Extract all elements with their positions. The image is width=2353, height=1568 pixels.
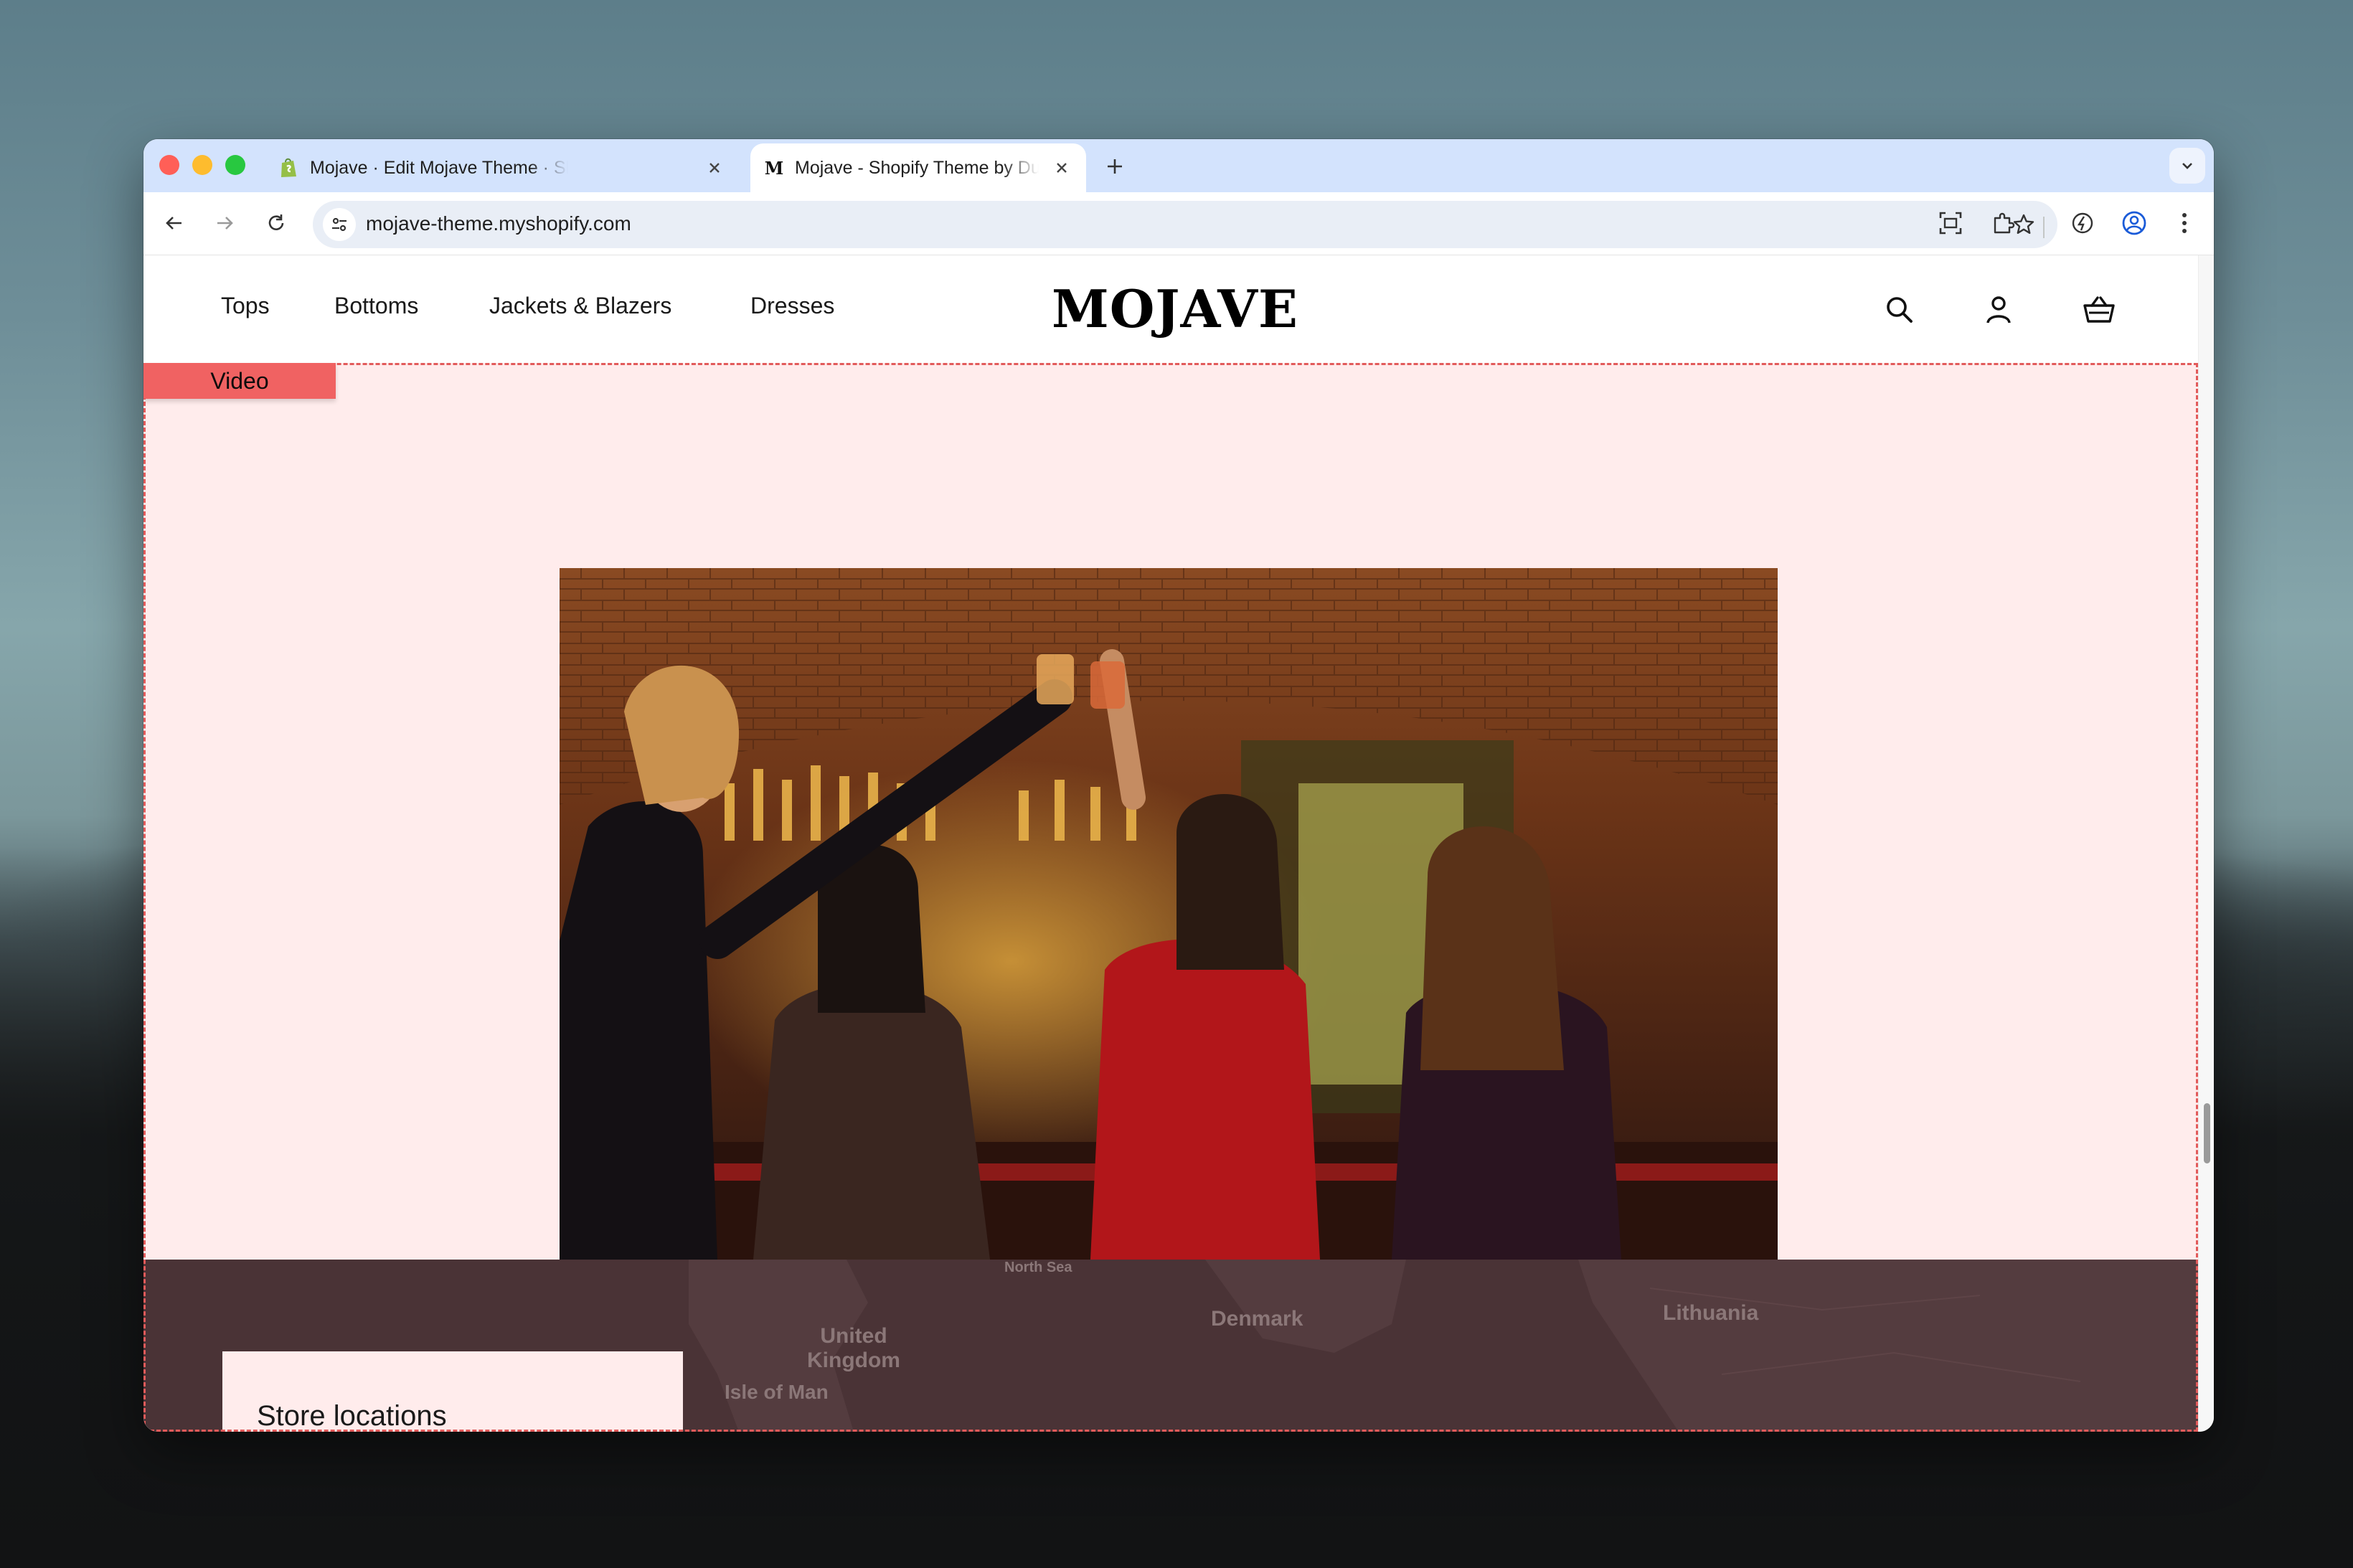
store-logo[interactable]: MOJAVE	[1052, 277, 1298, 341]
close-window-button[interactable]	[159, 155, 179, 175]
url-text: mojave-theme.myshopify.com	[366, 212, 631, 235]
scrollbar-thumb[interactable]	[2204, 1103, 2210, 1163]
tab-strip: Mojave · Edit Mojave Theme · Shopify M M…	[143, 139, 2214, 192]
tab-title: Mojave - Shopify Theme by Dualyan	[795, 157, 1039, 178]
close-icon[interactable]	[704, 158, 725, 178]
favicon-letter: M	[764, 157, 784, 179]
video-player[interactable]	[560, 568, 1778, 1260]
reload-button[interactable]	[260, 207, 293, 240]
store-page: Tops Bottoms Jackets & Blazers Dresses M…	[143, 255, 2198, 1432]
page-scrollbar[interactable]	[2198, 255, 2214, 1432]
arrow-left-icon	[166, 217, 181, 230]
new-tab-button[interactable]	[1100, 152, 1129, 181]
close-icon[interactable]	[1052, 158, 1072, 178]
map-label-lithuania: Lithuania	[1663, 1301, 1759, 1325]
map-label-united-kingdom: United Kingdom	[807, 1324, 900, 1372]
shopify-icon	[278, 157, 300, 179]
tab-shopify-editor[interactable]: Mojave · Edit Mojave Theme · Shopify	[265, 143, 739, 192]
more-menu-icon[interactable]	[2168, 207, 2201, 240]
tab-mojave-store[interactable]: M Mojave - Shopify Theme by Dualyan	[750, 143, 1086, 192]
map-label-north-sea: North Sea	[1004, 1260, 1072, 1275]
video-section	[143, 363, 2198, 1260]
map-label-isle-of-man: Isle of Man	[725, 1381, 829, 1403]
video-frame-image	[560, 568, 1778, 1260]
site-header: Tops Bottoms Jackets & Blazers Dresses M…	[143, 255, 2198, 363]
performance-icon[interactable]	[2066, 207, 2099, 240]
nav-item-bottoms[interactable]: Bottoms	[334, 293, 418, 319]
zoom-window-button[interactable]	[225, 155, 245, 175]
tab-title: Mojave · Edit Mojave Theme · Shopify	[310, 157, 568, 178]
toolbar-divider	[2043, 217, 2045, 238]
store-locations-map[interactable]: North Sea United Kingdom Isle of Man Den…	[143, 1260, 2198, 1432]
nav-item-tops[interactable]: Tops	[221, 293, 270, 319]
tab-search-button[interactable]	[2169, 148, 2205, 184]
back-button[interactable]	[158, 207, 191, 240]
chevron-down-icon	[2182, 163, 2192, 169]
browser-window: Mojave · Edit Mojave Theme · Shopify M M…	[143, 139, 2214, 1432]
search-icon[interactable]	[1880, 290, 1920, 330]
nav-item-dresses[interactable]: Dresses	[750, 293, 834, 319]
map-label-denmark: Denmark	[1211, 1307, 1303, 1331]
m-letter-icon: M	[763, 157, 785, 179]
address-bar[interactable]: mojave-theme.myshopify.com	[313, 201, 2057, 248]
store-locations-title: Store locations	[257, 1400, 447, 1432]
cart-basket-icon[interactable]	[2079, 290, 2119, 330]
site-info-icon[interactable]	[323, 208, 356, 241]
account-icon[interactable]	[1979, 290, 2019, 330]
section-label-badge[interactable]: Video	[143, 363, 336, 399]
minimize-window-button[interactable]	[192, 155, 212, 175]
nav-item-jackets-blazers[interactable]: Jackets & Blazers	[489, 293, 671, 319]
reload-icon	[268, 214, 284, 230]
screenshot-icon[interactable]	[1934, 207, 1967, 240]
browser-toolbar: mojave-theme.myshopify.com	[143, 192, 2214, 255]
extensions-puzzle-icon[interactable]	[1987, 207, 2020, 240]
profile-icon[interactable]	[2118, 207, 2151, 240]
arrow-right-icon	[217, 217, 233, 230]
store-locations-card: Store locations	[222, 1351, 683, 1432]
forward-button[interactable]	[208, 207, 241, 240]
